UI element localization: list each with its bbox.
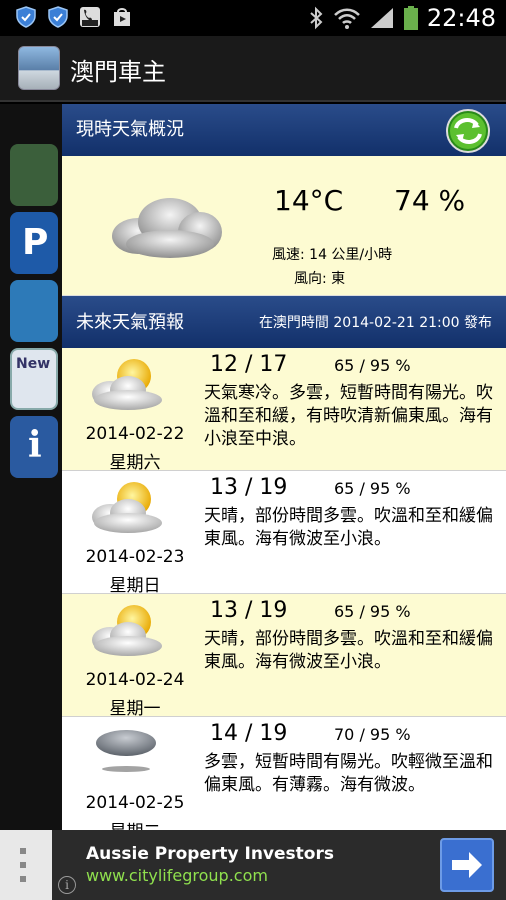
forecast-weekday: 星期六 [109, 453, 161, 473]
fog-cloud-icon [96, 730, 156, 772]
forecast-day: 2014-02-24 星期一 13 / 19 65 / 95 % 天晴，部份時間… [62, 594, 506, 719]
forecast-humidity: 65 / 95 % [334, 602, 411, 621]
forecast-header: 未來天氣預報 在澳門時間 2014-02-21 21:00 發布 [62, 296, 506, 348]
forecast-date: 2014-02-25 [85, 793, 185, 813]
info-icon: i [10, 416, 58, 478]
forecast-temperature: 13 / 19 [210, 475, 288, 500]
app-bar: 澳門車主 [0, 36, 506, 102]
forecast-temperature: 13 / 19 [210, 598, 288, 623]
shield-icon [48, 6, 68, 28]
current-weather-header: 現時天氣概況 [62, 104, 506, 156]
forecast-date: 2014-02-23 [85, 547, 185, 567]
ad-open-button[interactable] [440, 838, 494, 892]
forecast-humidity: 65 / 95 % [334, 479, 411, 498]
forecast-humidity: 70 / 95 % [334, 725, 411, 744]
wind-direction: 風向: 東 [294, 271, 346, 287]
current-temperature: 14°C [274, 184, 344, 217]
forecast-description: 天晴，部份時間多雲。吹溫和至和緩偏東風。海有微波至小浪。 [204, 506, 493, 549]
refresh-icon[interactable] [444, 108, 492, 154]
sun-cloud-icon [92, 605, 162, 656]
forecast-description: 天氣寒冷。多雲，短暫時間有陽光。吹溫和至和緩，有時吹清新偏東風。海有小浪至中浪。 [204, 383, 493, 449]
status-bar: 22:48 [0, 0, 506, 36]
more-dots-icon [20, 848, 26, 882]
wifi-icon [333, 8, 360, 29]
current-weather: 14°C 74 % 風速: 14 公里/小時 風向: 東 [62, 156, 506, 296]
forecast-day: 2014-02-22 星期六 12 / 17 65 / 95 % 天氣寒冷。多雲… [62, 348, 506, 473]
news-icon: New [10, 348, 58, 410]
weather-panel: 現時天氣概況 14°C 74 % 風速: 14 公里/小時 風向: 東 未來天氣… [62, 104, 506, 830]
forecast-description: 天晴，部份時間多雲。吹溫和至和緩偏東風。海有微波至小浪。 [204, 629, 493, 672]
menu-tile-icon [10, 144, 58, 206]
ad-handle[interactable] [0, 830, 52, 900]
app-title: 澳門車主 [70, 58, 166, 86]
wind-speed: 風速: 14 公里/小時 [272, 247, 393, 263]
sun-cloud-icon [92, 359, 162, 410]
talk-free-icon [80, 7, 100, 27]
ad-banner[interactable]: i Aussie Property Investors www.citylife… [0, 830, 506, 900]
bluetooth-icon [310, 6, 323, 30]
background-menu: P New i [0, 104, 62, 830]
play-store-icon [114, 8, 130, 26]
current-humidity: 74 % [394, 184, 466, 217]
parking-icon: P [10, 212, 58, 274]
forecast-issued-time: 在澳門時間 2014-02-21 21:00 發布 [258, 315, 492, 331]
shield-icon [16, 6, 36, 28]
forecast-temperature: 14 / 19 [210, 721, 288, 746]
app-logo[interactable] [18, 46, 60, 90]
signal-icon [370, 8, 393, 28]
forecast-weekday: 星期日 [109, 576, 161, 596]
battery-icon [403, 6, 418, 30]
clock: 22:48 [426, 4, 496, 32]
sun-cloud-icon [92, 482, 162, 533]
cloudy-icon [112, 198, 222, 258]
ad-info-icon[interactable]: i [58, 876, 76, 894]
forecast-temperature: 12 / 17 [210, 352, 288, 377]
arrow-right-icon [452, 852, 482, 878]
forecast-weekday: 星期二 [62, 817, 208, 830]
forecast-humidity: 65 / 95 % [334, 356, 411, 375]
forecast-date: 2014-02-24 [85, 670, 185, 690]
forecast-day: 2014-02-23 星期日 13 / 19 65 / 95 % 天晴，部份時間… [62, 471, 506, 596]
forecast-title: 未來天氣預報 [76, 312, 184, 333]
current-weather-title: 現時天氣概況 [76, 119, 184, 140]
ad-title[interactable]: Aussie Property Investors [86, 844, 334, 864]
forecast-day: 2014-02-25 星期二 14 / 19 70 / 95 % 多雲，短暫時間… [62, 717, 506, 830]
ad-url[interactable]: www.citylifegroup.com [86, 866, 268, 885]
weather-tile-icon [10, 280, 58, 342]
forecast-description: 多雲，短暫時間有陽光。吹輕微至溫和偏東風。有薄霧。海有微波。 [204, 752, 493, 795]
forecast-date: 2014-02-22 [85, 424, 185, 444]
forecast-weekday: 星期一 [109, 699, 161, 719]
